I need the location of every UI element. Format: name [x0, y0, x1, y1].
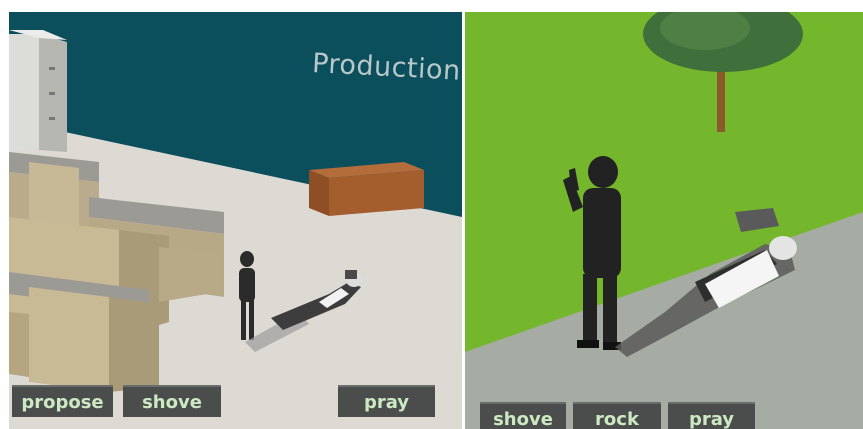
reception-desk — [309, 162, 424, 216]
rock-button[interactable]: rock — [573, 402, 661, 429]
office-scene-panel: Production propose shove pray — [9, 12, 462, 429]
shove-button[interactable]: shove — [480, 402, 566, 429]
propose-button[interactable]: propose — [12, 385, 113, 417]
pray-button[interactable]: pray — [338, 385, 435, 417]
filing-cabinet — [9, 30, 67, 152]
park-scene — [465, 12, 863, 429]
park-scene-panel: shove rock pray — [465, 12, 863, 429]
pray-button[interactable]: pray — [668, 402, 755, 429]
shove-button[interactable]: shove — [123, 385, 221, 417]
